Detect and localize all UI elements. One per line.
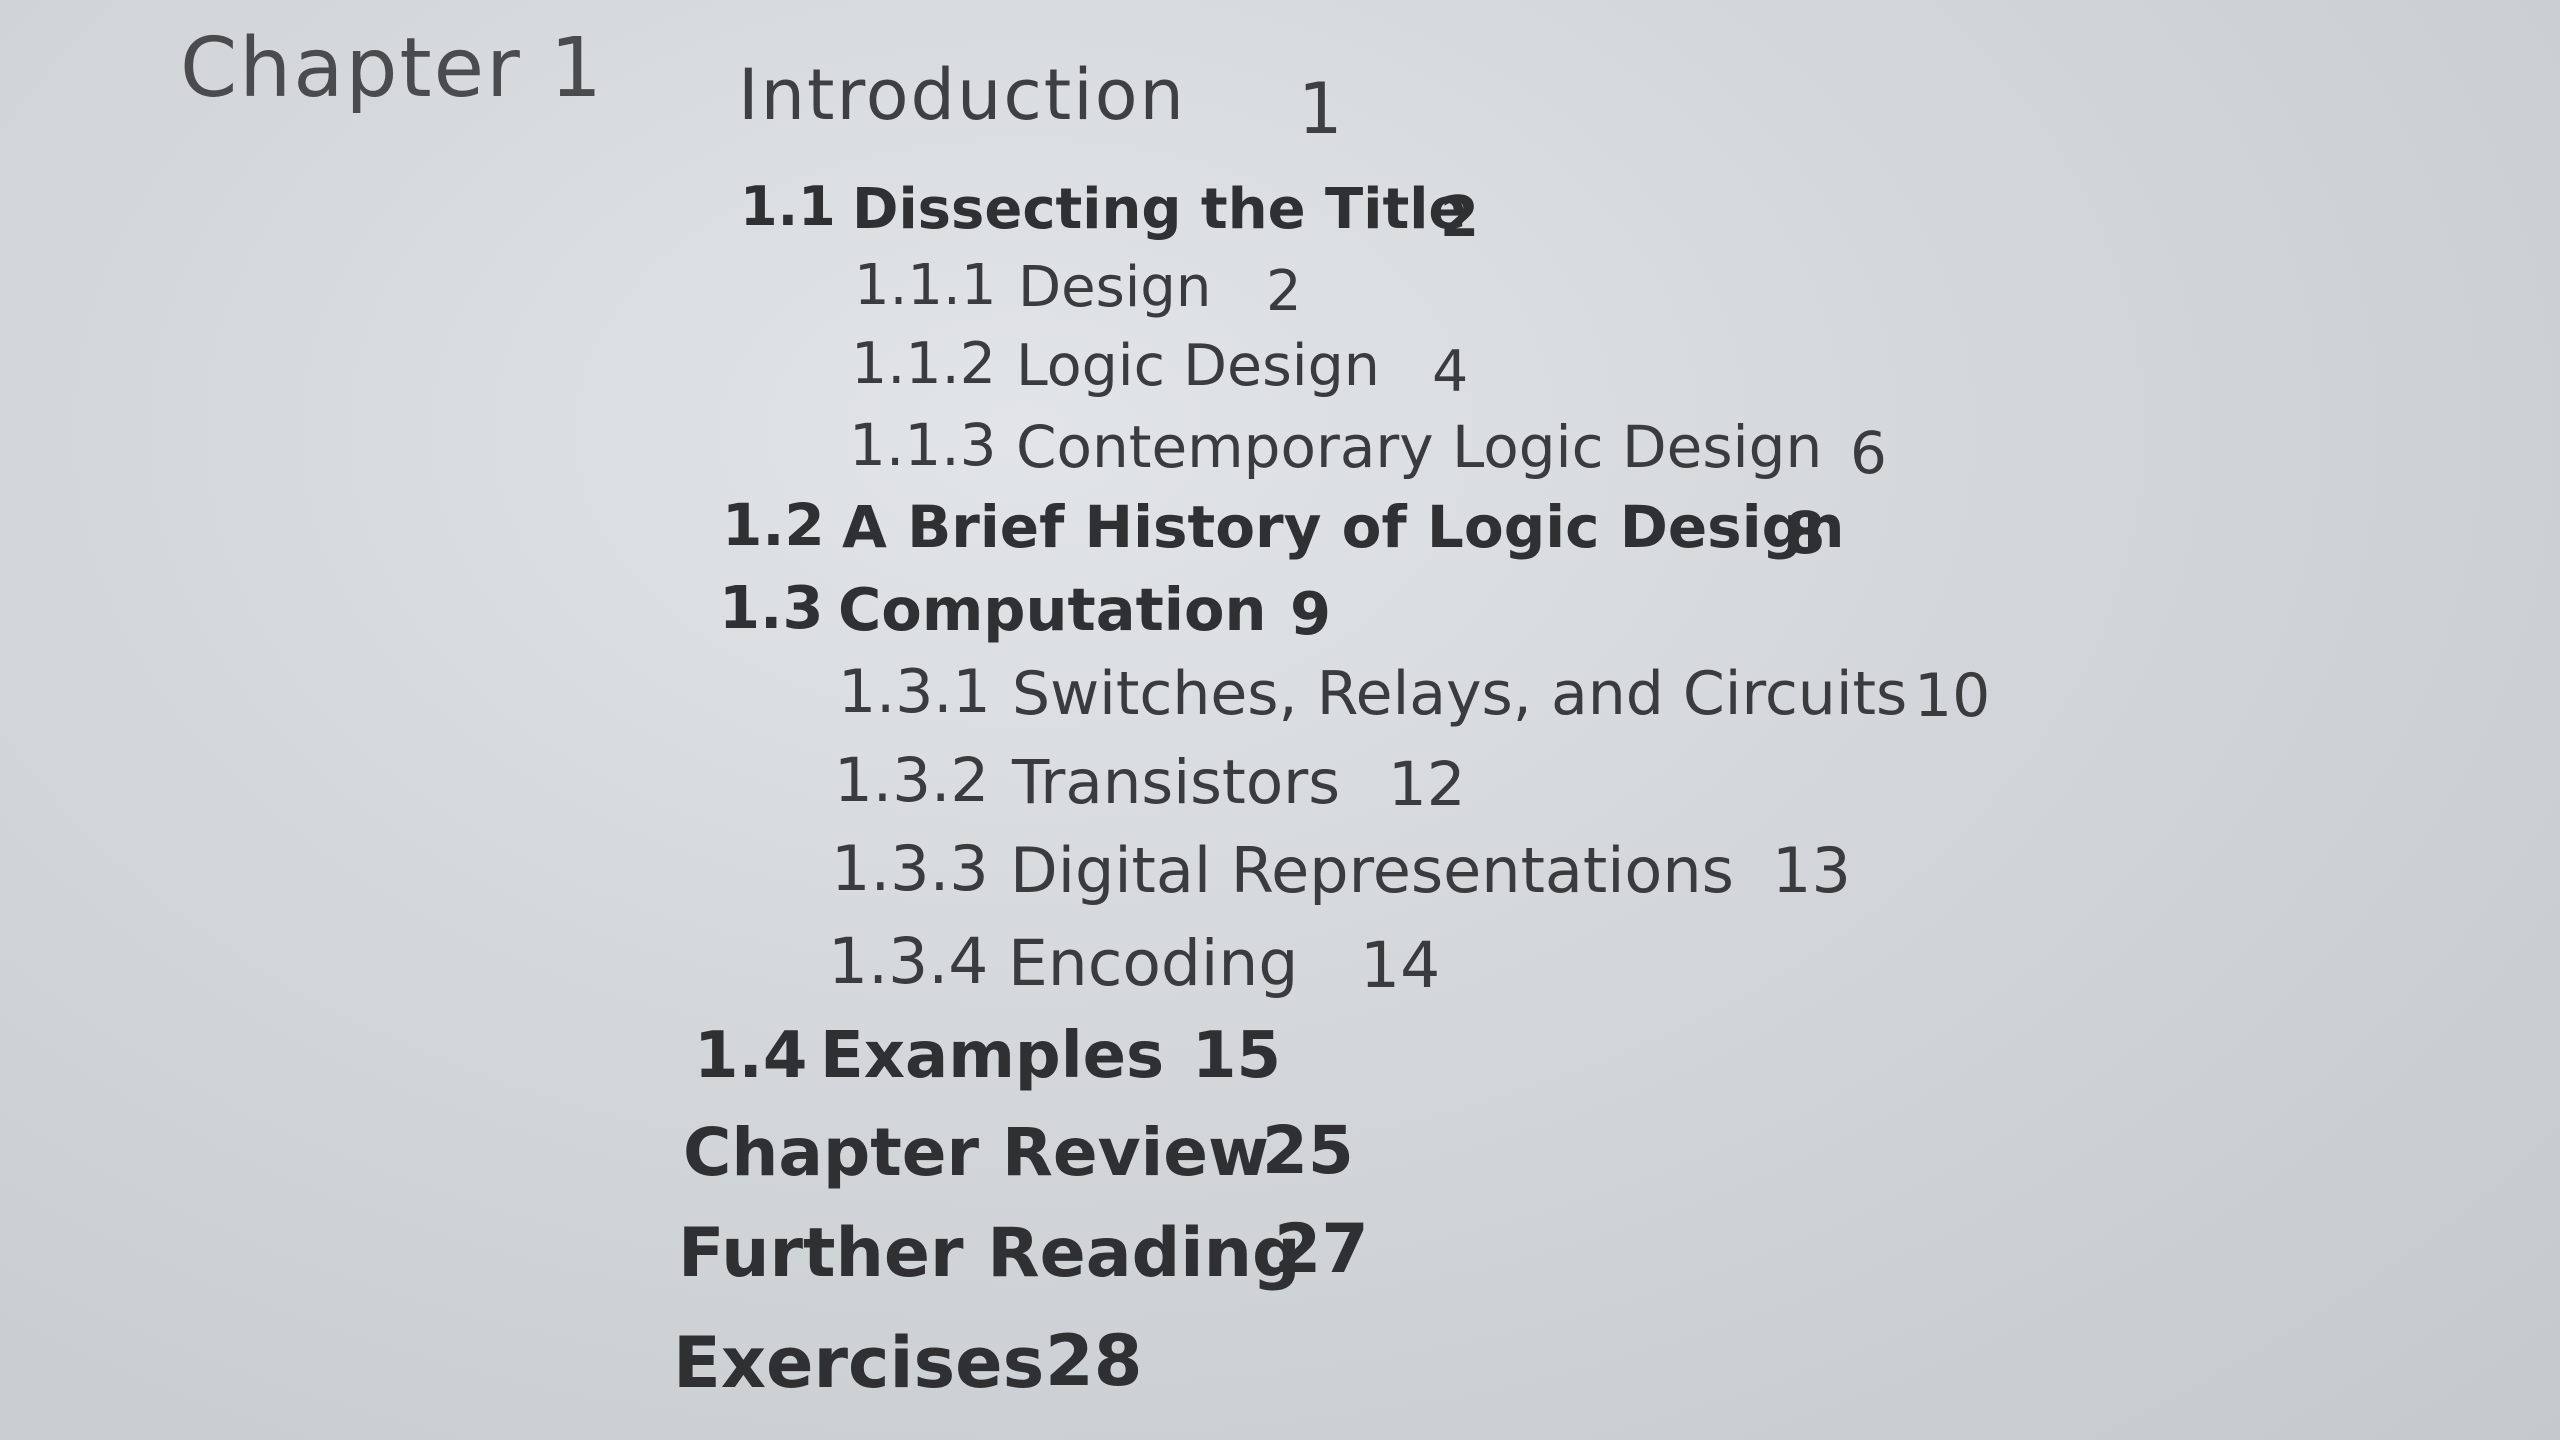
entry-page: 4 [1432, 339, 1469, 405]
entry-number: 1.1 [740, 175, 836, 238]
entry-number: 1.3 [719, 573, 824, 642]
entry-page: 14 [1360, 929, 1441, 1002]
entry-page: 9 [1290, 579, 1332, 648]
entry-page: 6 [1850, 419, 1887, 487]
entry-number: 1.1.2 [851, 331, 997, 397]
entry-number: 1.4 [694, 1019, 808, 1093]
entry-title: Computation [838, 575, 1267, 644]
chapter-title: Introduction [738, 54, 1186, 136]
chapter-label: Chapter 1 [180, 21, 605, 116]
entry-page: 15 [1192, 1019, 1282, 1093]
entry-page: 28 [1045, 1320, 1143, 1402]
entry-number: 1.3.3 [831, 832, 989, 905]
entry-title: Examples [820, 1019, 1165, 1093]
entry-title: Encoding [1008, 927, 1299, 1000]
entry-title: Switches, Relays, and Circuits [1012, 659, 1908, 729]
chapter-page: 1 [1298, 68, 1345, 150]
entry-number: 1.3.2 [834, 745, 990, 816]
entry-number: 1.3.4 [828, 925, 989, 998]
entry-page: 13 [1772, 834, 1851, 907]
entry-title: Further Reading [678, 1214, 1301, 1293]
entry-page: 25 [1262, 1112, 1354, 1189]
entry-page: 27 [1274, 1210, 1369, 1289]
entry-title: Contemporary Logic Design [1016, 413, 1823, 481]
entry-page: 10 [1914, 661, 1991, 731]
entry-title: Chapter Review [683, 1114, 1270, 1191]
entry-page: 2 [1440, 185, 1479, 250]
entry-title: Design [1018, 255, 1212, 320]
entry-number: 1.1.1 [854, 253, 997, 318]
entry-title: Dissecting the Title [852, 177, 1467, 242]
entry-page: 2 [1266, 259, 1302, 324]
entry-title: A Brief History of Logic Design [842, 493, 1845, 561]
entry-number: 1.3.1 [838, 657, 991, 727]
entry-page: 12 [1388, 749, 1466, 820]
entry-page: 8 [1785, 499, 1826, 567]
entry-title: Digital Representations [1010, 834, 1734, 907]
entry-number: 1.1.3 [849, 411, 997, 479]
entry-number: 1.2 [722, 491, 825, 559]
entry-title: Logic Design [1016, 333, 1380, 399]
entry-title: Exercises [673, 1322, 1045, 1404]
entry-title: Transistors [1012, 747, 1341, 818]
